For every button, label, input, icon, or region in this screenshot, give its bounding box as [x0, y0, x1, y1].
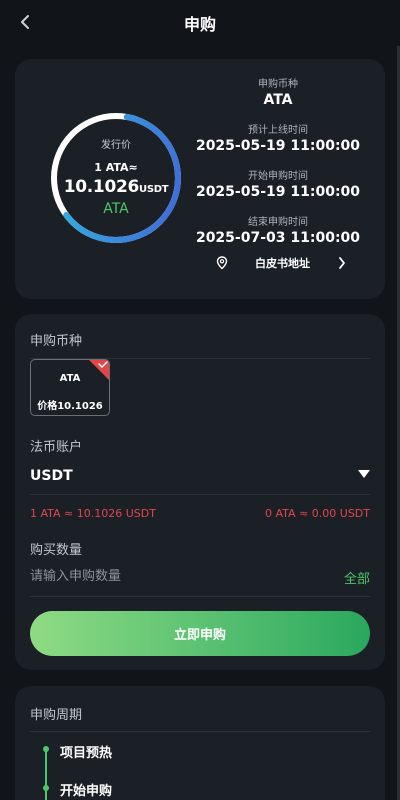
divider: [30, 731, 370, 732]
subscription-cycle-card: 申购周期 项目预热 开始申购: [15, 686, 385, 800]
subscription-form-card: 申购币种 ATA 价格10.1026 法币账户 USDT 1 ATA ≈ 10.…: [15, 314, 385, 670]
timeline-step-warmup: 项目预热: [60, 746, 113, 761]
issue-coin: ATA: [103, 200, 129, 217]
page-title: 申购: [183, 15, 216, 34]
info-subscription-coin: 申购币种 ATA: [193, 75, 363, 121]
coin-section-label: 申购币种: [30, 334, 83, 349]
timeline-step-start: 开始申购: [60, 784, 113, 799]
info-start-time: 开始申购时间 2025-05-19 11:00:00: [193, 167, 363, 213]
info-listing-time: 预计上线时间 2025-05-19 11:00:00: [193, 121, 363, 167]
divider: [30, 494, 370, 495]
issue-price-value: 10.1026USDT: [64, 177, 169, 197]
ring-content: 发行价 1 ATA≈ 10.1026USDT ATA: [50, 112, 182, 244]
issue-price-ring: 发行价 1 ATA≈ 10.1026USDT ATA: [50, 112, 182, 244]
info-value: ATA: [263, 92, 293, 108]
account-label: 法币账户: [30, 440, 83, 455]
issue-price-number: 10.1026: [63, 176, 140, 197]
timeline-dot: [43, 785, 49, 791]
total-rate-text: 0 ATA ≈ 0.00 USDT: [265, 507, 370, 520]
info-value: 2025-07-03 11:00:00: [195, 230, 361, 246]
info-label: 预计上线时间: [248, 125, 308, 136]
chevron-right-icon: [339, 257, 345, 269]
all-button[interactable]: 全部: [344, 568, 370, 587]
issue-price-unit: USDT: [139, 183, 169, 195]
whitepaper-link[interactable]: 白皮书地址: [201, 254, 346, 272]
back-button[interactable]: [14, 10, 36, 34]
quantity-input[interactable]: [30, 566, 310, 586]
info-label: 开始申购时间: [248, 171, 308, 182]
subscribe-now-button[interactable]: 立即申购: [30, 611, 370, 656]
info-label: 申购币种: [258, 79, 298, 90]
timeline-dot: [43, 746, 49, 752]
account-select[interactable]: USDT: [30, 468, 73, 484]
subscription-info: 申购币种 ATA 预计上线时间 2025-05-19 11:00:00 开始申购…: [193, 75, 363, 259]
coin-option-price: 价格10.1026: [37, 401, 103, 412]
info-end-time: 结束申购时间 2025-07-03 11:00:00: [193, 213, 363, 259]
info-value: 2025-05-19 11:00:00: [195, 138, 361, 154]
caret-down-icon[interactable]: [358, 469, 370, 479]
selected-check-icon: [89, 360, 109, 380]
unit-rate-text: 1 ATA ≈ 10.1026 USDT: [30, 507, 156, 520]
divider: [30, 596, 370, 597]
info-value: 2025-05-19 11:00:00: [195, 184, 361, 200]
whitepaper-label: 白皮书地址: [255, 257, 310, 270]
cycle-title: 申购周期: [30, 708, 83, 723]
chevron-left-icon: [21, 15, 29, 29]
timeline-line: [45, 748, 47, 800]
info-label: 结束申购时间: [248, 217, 308, 228]
app-header: 申购: [0, 0, 400, 46]
coin-option-ata[interactable]: ATA 价格10.1026: [30, 359, 110, 416]
issue-price-label: 发行价: [101, 139, 131, 151]
subscription-summary-card: 发行价 1 ATA≈ 10.1026USDT ATA 申购币种 ATA 预计上线…: [15, 59, 385, 299]
issue-rate-text: 1 ATA≈: [94, 160, 138, 174]
quantity-label: 购买数量: [30, 543, 83, 558]
location-pin-icon: [216, 256, 228, 270]
